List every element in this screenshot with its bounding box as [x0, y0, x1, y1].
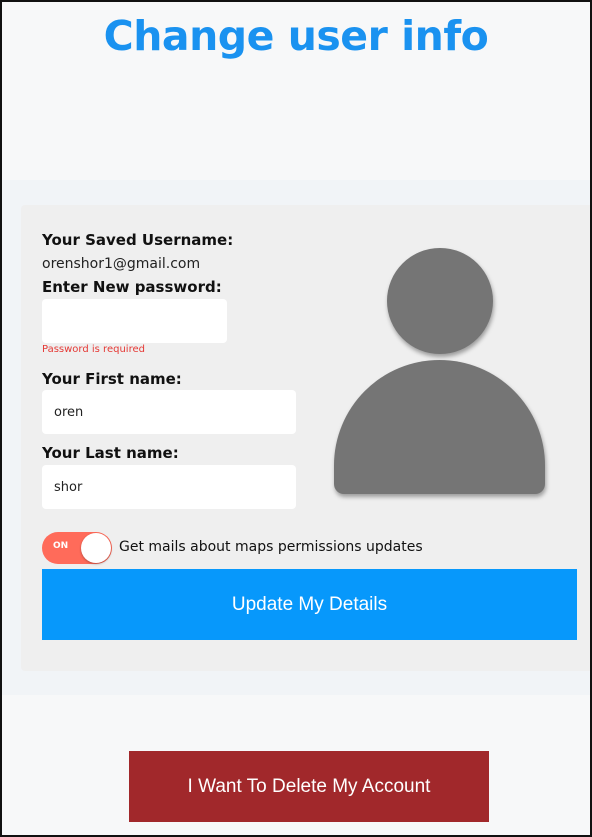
last-name-field[interactable]	[42, 465, 296, 509]
new-password-label: Enter New password:	[42, 278, 222, 296]
avatar-head	[387, 248, 493, 354]
mail-updates-toggle[interactable]: ON	[42, 532, 112, 564]
app-frame: Change user info Your Saved Username: or…	[0, 0, 592, 837]
last-name-label: Your Last name:	[42, 444, 179, 462]
page-title: Change user info	[103, 12, 489, 60]
mail-updates-label: Get mails about maps permissions updates	[119, 539, 423, 555]
delete-account-button[interactable]: I Want To Delete My Account	[129, 751, 489, 822]
saved-username-value: orenshor1@gmail.com	[42, 256, 201, 272]
password-error-text: Password is required	[42, 344, 145, 355]
update-details-button[interactable]: Update My Details	[42, 569, 577, 640]
saved-username-label: Your Saved Username:	[42, 231, 234, 249]
new-password-field[interactable]	[42, 299, 227, 343]
toggle-state-text: ON	[53, 541, 69, 551]
first-name-label: Your First name:	[42, 370, 182, 388]
toggle-knob	[81, 533, 111, 563]
first-name-field[interactable]	[42, 390, 296, 434]
